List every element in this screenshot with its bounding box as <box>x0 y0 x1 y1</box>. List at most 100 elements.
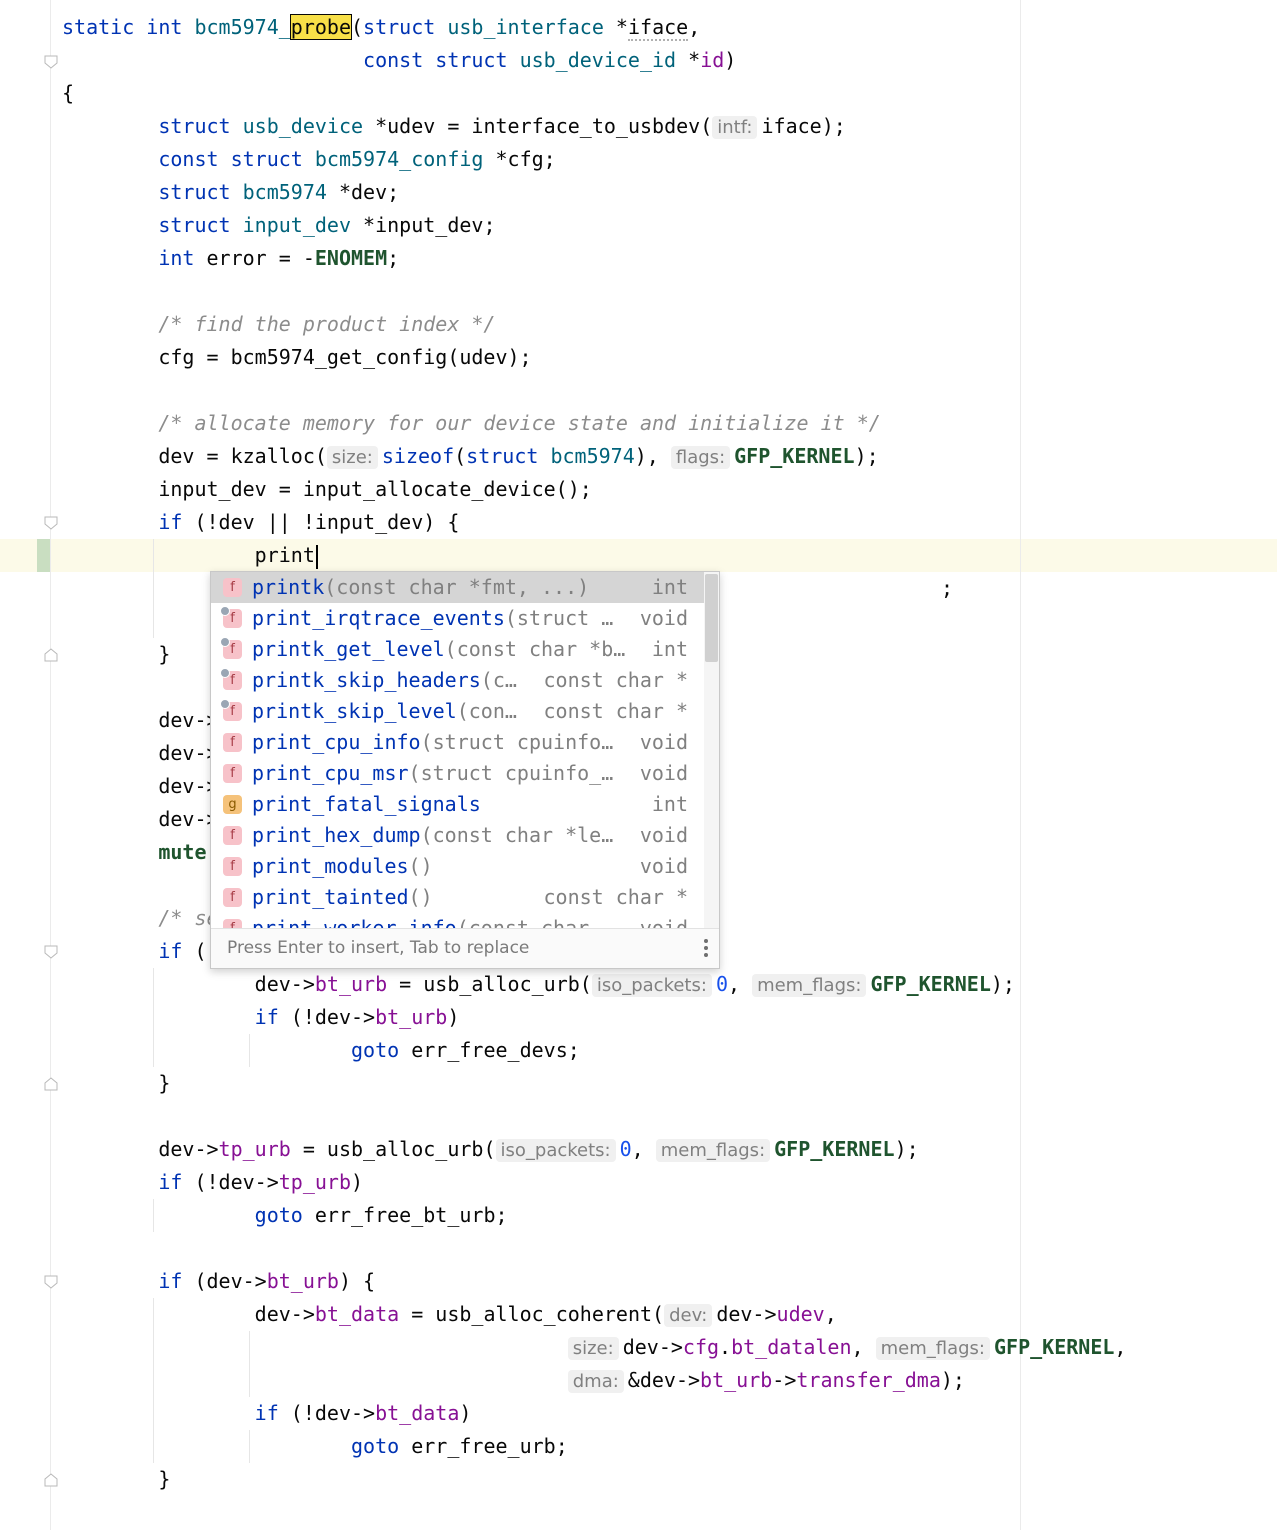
completion-item[interactable]: f print_cpu_info(struct cpuinfo… void <box>211 727 704 758</box>
code-line[interactable]: } <box>62 638 170 671</box>
code-line[interactable]: goto err_free_devs; <box>62 1034 580 1067</box>
code-token: dev-> <box>716 1302 777 1326</box>
completion-item[interactable]: f print_worker_info(const char… void <box>211 913 704 928</box>
fold-close-icon[interactable] <box>44 1473 58 1487</box>
code-line[interactable]: /* find the product index */ <box>62 308 495 341</box>
code-line[interactable]: dev-> <box>62 770 218 803</box>
code-token: struct <box>363 15 448 39</box>
code-token: input_dev <box>242 213 351 237</box>
code-line[interactable]: if (!dev->bt_data) <box>62 1397 472 1430</box>
completion-item-return-type: void <box>639 761 688 785</box>
code-line[interactable]: } <box>62 1067 170 1100</box>
code-token: dev = kzalloc( <box>62 444 327 468</box>
code-line[interactable]: struct input_dev *input_dev; <box>62 209 495 242</box>
code-token: goto <box>62 1203 315 1227</box>
code-token: if <box>62 1005 291 1029</box>
code-token: dev-> <box>622 1335 683 1359</box>
code-token: udev <box>776 1302 825 1326</box>
code-token: mute <box>62 840 207 864</box>
completion-item[interactable]: f print_cpu_msr(struct cpuinfo_… void <box>211 758 704 789</box>
completion-footer: Press Enter to insert, Tab to replace <box>211 928 719 968</box>
completion-item-label: printk_skip_headers <box>252 668 481 692</box>
code-token: bcm5974_ <box>194 15 291 39</box>
code-line[interactable]: dev->bt_urb = usb_alloc_urb(iso_packets:… <box>62 968 1015 1001</box>
code-line[interactable]: dma: &dev->bt_urb->transfer_dma); <box>62 1364 965 1397</box>
code-token: print <box>62 543 315 567</box>
completion-item[interactable]: f printk_skip_headers(c… const char * <box>211 665 704 696</box>
code-line[interactable]: if (!dev->tp_urb) <box>62 1166 363 1199</box>
completion-item-label: printk_skip_level <box>252 699 457 723</box>
completion-item[interactable]: f print_irqtrace_events(struct … void <box>211 603 704 634</box>
code-line[interactable]: mute <box>62 836 207 869</box>
code-token: GFP_KERNEL <box>870 972 991 996</box>
code-line[interactable]: } <box>62 1463 170 1496</box>
completion-item[interactable]: f print_modules() void <box>211 851 704 882</box>
code-line[interactable]: if (!dev->bt_urb) <box>62 1001 460 1034</box>
code-line[interactable]: struct bcm5974 *dev; <box>62 176 399 209</box>
code-token: bt_data <box>375 1401 460 1425</box>
code-line[interactable]: /* allocate memory for our device state … <box>62 407 880 440</box>
fold-close-icon[interactable] <box>44 648 58 662</box>
fold-open-icon[interactable] <box>44 945 58 959</box>
fold-close-icon[interactable] <box>44 1077 58 1091</box>
code-token: struct <box>466 444 551 468</box>
completion-popup[interactable]: f printk(const char *fmt, ...) int f print_i… <box>210 571 720 969</box>
code-line[interactable]: size: dev->cfg.bt_datalen, mem_flags: GFP_… <box>62 1331 1126 1364</box>
code-line[interactable]: { <box>62 77 74 110</box>
code-line[interactable]: if (!dev || !input_dev) { <box>62 506 459 539</box>
code-token: -> <box>772 1368 797 1392</box>
parameter-hint: size: <box>567 1337 619 1360</box>
code-line[interactable]: dev = kzalloc(size: sizeof(struct bcm5974… <box>62 440 879 473</box>
completion-item-label: printk_get_level <box>252 637 445 661</box>
code-token: tp_urb <box>218 1137 291 1161</box>
completion-item[interactable]: f print_tainted() const char * <box>211 882 704 913</box>
code-line[interactable]: const struct bcm5974_config *cfg; <box>62 143 555 176</box>
code-line[interactable]: if (dev->bt_urb) { <box>62 1265 375 1298</box>
parameter-hint: mem_flags: <box>655 1139 771 1162</box>
fold-open-icon[interactable] <box>44 55 58 69</box>
completion-item[interactable]: f printk_skip_level(con… const char * <box>211 696 704 727</box>
completion-item[interactable]: f printk(const char *fmt, ...) int <box>211 572 704 603</box>
code-line[interactable]: if ( <box>62 935 206 968</box>
code-line[interactable]: dev->bt_data = usb_alloc_coherent(dev: de… <box>62 1298 837 1331</box>
code-line[interactable]: print <box>62 539 318 572</box>
code-line[interactable]: dev-> <box>62 803 218 836</box>
visibility-lock-icon <box>220 699 230 709</box>
fold-open-icon[interactable] <box>44 1275 58 1289</box>
completion-item-return-type: void <box>639 823 688 847</box>
code-line[interactable]: const struct usb_device_id *id) <box>62 44 736 77</box>
code-line[interactable]: int error = -ENOMEM; <box>62 242 399 275</box>
completion-item[interactable]: f print_hex_dump(const char *le… void <box>211 820 704 851</box>
code-line[interactable]: dev->tp_urb = usb_alloc_urb(iso_packets:… <box>62 1133 919 1166</box>
completion-item-signature: (const char *b… <box>444 637 626 661</box>
code-line[interactable]: dev-> <box>62 704 218 737</box>
fold-open-icon[interactable] <box>44 516 58 530</box>
code-token: &dev-> <box>627 1368 701 1392</box>
completion-scrollbar-thumb[interactable] <box>705 574 718 662</box>
completion-item-return-type: const char * <box>543 668 689 692</box>
completion-item-name: print_tainted() <box>252 882 433 913</box>
completion-item-label: print_fatal_signals <box>252 792 481 816</box>
code-line[interactable]: static int bcm5974_probe(struct usb_inte… <box>62 11 700 44</box>
completion-item[interactable]: g print_fatal_signals int <box>211 789 704 820</box>
code-line[interactable]: struct usb_device *udev = interface_to_u… <box>62 110 846 143</box>
completion-item-label: print_modules <box>252 854 409 878</box>
code-line[interactable]: input_dev = input_allocate_device(); <box>62 473 591 506</box>
code-line[interactable]: goto err_free_urb; <box>62 1430 568 1463</box>
code-line[interactable]: goto err_free_bt_urb; <box>62 1199 508 1232</box>
code-token: ); <box>894 1137 919 1161</box>
code-line[interactable]: dev-> <box>62 737 218 770</box>
completion-list[interactable]: f printk(const char *fmt, ...) int f print_i… <box>211 572 704 928</box>
completion-item-signature: (con… <box>456 699 517 723</box>
more-options-icon[interactable] <box>703 938 709 958</box>
function-icon: f <box>220 637 242 659</box>
code-line[interactable]: cfg = bcm5974_get_config(udev); <box>62 341 531 374</box>
code-token: * <box>676 48 701 72</box>
code-token: if <box>62 510 195 534</box>
completion-item[interactable]: f printk_get_level(const char *b… int <box>211 634 704 665</box>
code-line[interactable]: /* se <box>62 902 218 935</box>
code-token: , <box>824 1302 837 1326</box>
code-token: bt_urb <box>314 972 388 996</box>
code-editor[interactable]: static int bcm5974_probe(struct usb_inte… <box>0 0 1277 1530</box>
parameter-hint: mem_flags: <box>752 974 867 997</box>
